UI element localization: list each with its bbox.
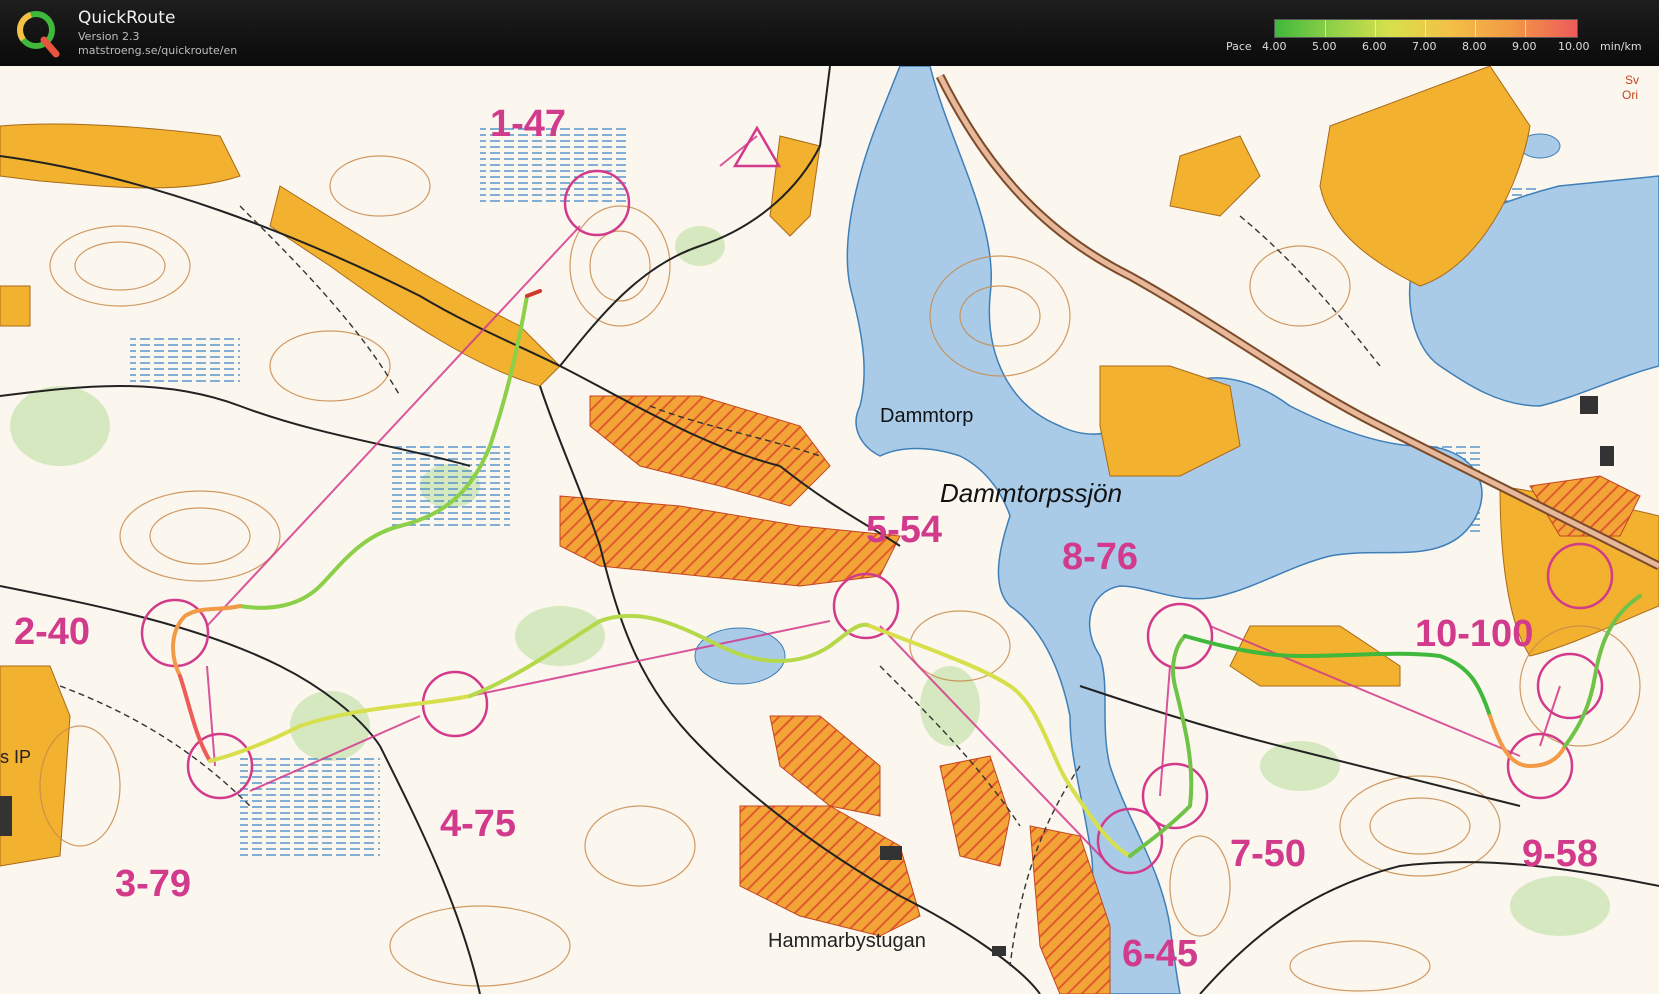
pace-tick: 9.00: [1512, 40, 1537, 53]
app-header: QuickRoute Version 2.3 matstroeng.se/qui…: [0, 0, 1659, 66]
control-label: 1-47: [490, 103, 566, 145]
pace-tick: 6.00: [1362, 40, 1387, 53]
control-label: 7-50: [1230, 833, 1306, 875]
place-name-hammarbystugan: Hammarbystugan: [768, 930, 926, 952]
edge-label: Sv: [1625, 73, 1639, 87]
control-label: 6-45: [1122, 933, 1198, 975]
pace-tick: 5.00: [1312, 40, 1337, 53]
place-name-dammtorp: Dammtorp: [880, 405, 973, 427]
app-version: Version 2.3: [78, 30, 140, 43]
orienteering-map[interactable]: Dammtorp Dammtorpssjön Hammarbystugan s …: [0, 66, 1659, 994]
control-label: 9-58: [1522, 833, 1598, 875]
control-label: 8-76: [1062, 536, 1138, 578]
pace-tick: 10.00: [1558, 40, 1590, 53]
pace-tick: 8.00: [1462, 40, 1487, 53]
app-url[interactable]: matstroeng.se/quickroute/en: [78, 44, 237, 57]
app-title: QuickRoute: [78, 8, 176, 28]
pace-tick: 7.00: [1412, 40, 1437, 53]
control-label: 4-75: [440, 803, 516, 845]
map-canvas[interactable]: Dammtorp Dammtorpssjön Hammarbystugan s …: [0, 66, 1659, 994]
pace-tick: 4.00: [1262, 40, 1287, 53]
place-name-lake: Dammtorpssjön: [940, 478, 1122, 508]
place-name-ip: s IP: [0, 747, 31, 767]
edge-label: Ori: [1622, 88, 1638, 102]
control-label: 3-79: [115, 863, 191, 905]
control-label: 5-54: [866, 509, 942, 551]
quickroute-logo-icon: [17, 11, 60, 58]
control-label: 2-40: [14, 611, 90, 653]
pace-unit: min/km: [1600, 40, 1642, 53]
pace-label: Pace: [1226, 40, 1252, 53]
pace-color-scale: [1274, 19, 1578, 38]
control-label: 10-100: [1415, 613, 1533, 655]
